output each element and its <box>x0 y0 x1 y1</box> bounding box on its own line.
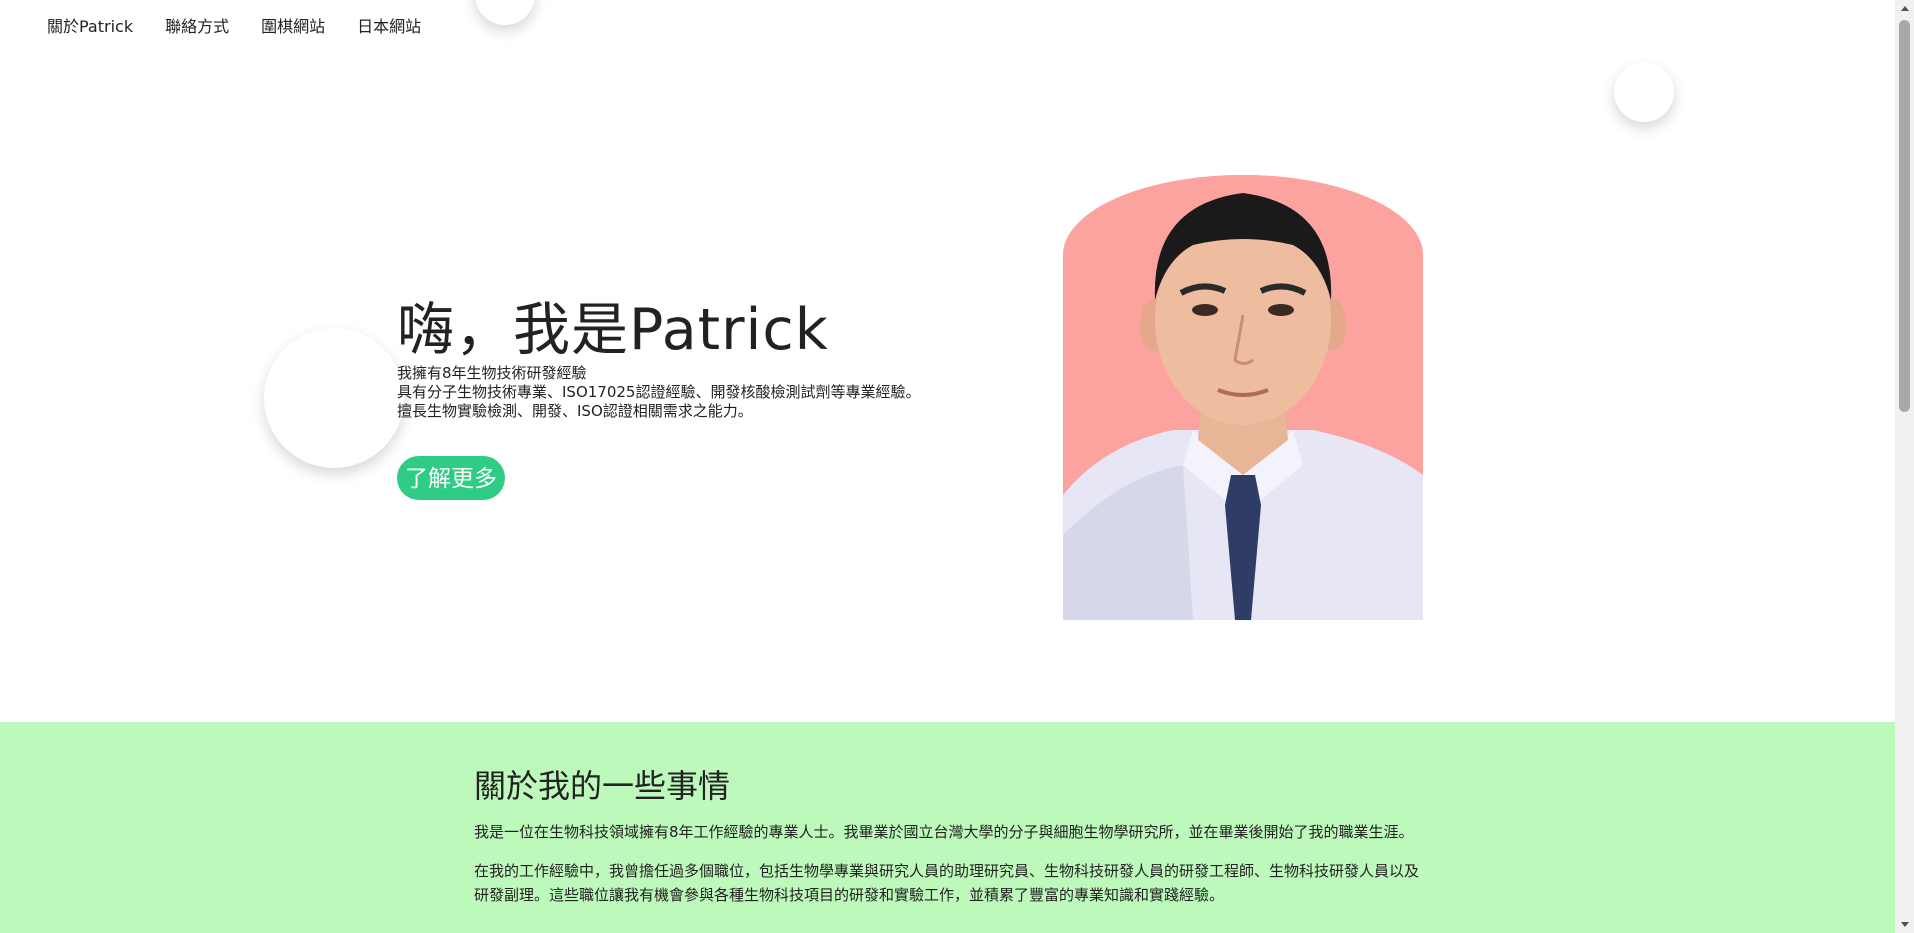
hero-line: 具有分子生物技術專業、ISO17025認證經驗、開發核酸檢測試劑等專業經驗。 <box>397 383 921 401</box>
hero-section: 嗨，我是Patrick 我擁有8年生物技術研發經驗 具有分子生物技術專業、ISO… <box>397 296 920 500</box>
nav-item-about-patrick[interactable]: 關於Patrick <box>47 14 133 40</box>
nav-item-contact[interactable]: 聯絡方式 <box>165 14 229 40</box>
scrollbar-thumb[interactable] <box>1899 20 1910 412</box>
nav-item-japan-site[interactable]: 日本網站 <box>357 14 421 40</box>
decorative-circle <box>264 328 404 468</box>
about-paragraph: 在我的工作經驗中，我曾擔任過多個職位，包括生物學專業與研究人員的助理研究員、生物… <box>474 862 1420 904</box>
hero-line: 我擁有8年生物技術研發經驗 <box>397 364 587 382</box>
decorative-circle <box>1614 62 1674 122</box>
vertical-scrollbar[interactable] <box>1895 0 1914 933</box>
scroll-down-arrow-icon[interactable] <box>1901 922 1909 927</box>
about-title: 關於我的一些事情 <box>474 767 731 805</box>
about-section: 關於我的一些事情 我是一位在生物科技領域擁有8年工作經驗的專業人士。我畢業於國立… <box>0 722 1895 933</box>
hero-line: 擅長生物實驗檢測、開發、ISO認證相關需求之能力。 <box>397 402 753 420</box>
about-content: 關於我的一些事情 我是一位在生物科技領域擁有8年工作經驗的專業人士。我畢業於國立… <box>474 766 1424 907</box>
profile-photo <box>1063 175 1423 620</box>
hero-title: 嗨，我是Patrick <box>397 297 829 363</box>
scroll-up-arrow-icon[interactable] <box>1901 6 1909 11</box>
page: 關於Patrick 聯絡方式 圍棋網站 日本網站 嗨，我是Patrick 我擁有… <box>0 0 1895 933</box>
nav-item-go-site[interactable]: 圍棋網站 <box>261 14 325 40</box>
about-paragraph: 我是一位在生物科技領域擁有8年工作經驗的專業人士。我畢業於國立台灣大學的分子與細… <box>474 823 1414 841</box>
learn-more-button[interactable]: 了解更多 <box>397 456 505 500</box>
decorative-circle <box>475 0 535 25</box>
top-nav: 關於Patrick 聯絡方式 圍棋網站 日本網站 <box>47 14 421 40</box>
